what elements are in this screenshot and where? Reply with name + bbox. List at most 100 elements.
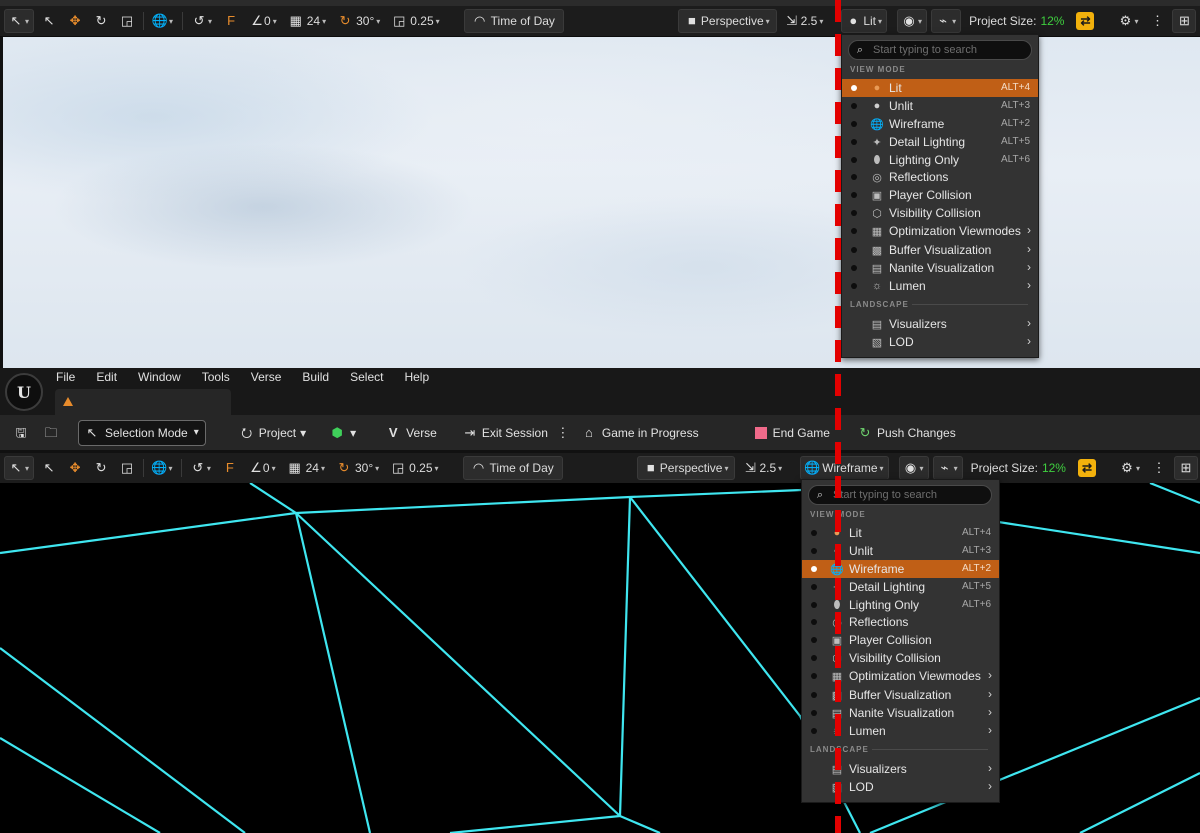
show-flags-dropdown-2[interactable]: ◉ ▾ [898,456,929,480]
rotate-tool[interactable]: ↻ [90,10,112,32]
lightning-button[interactable]: ⇄ [1072,10,1098,32]
view-mode-item-unlit-2[interactable]: ●UnlitALT+3 [802,542,999,560]
more-button-2[interactable]: ⋮ [1148,457,1170,479]
view-mode-item-player-collision[interactable]: ▣ Player Collision [842,186,1038,204]
surface-angle-2[interactable]: ∠ 0 ▾ [245,457,280,479]
landscape-item-lod-2[interactable]: ▧LOD› [802,778,999,796]
scale-snap-2[interactable]: ◲ 0.25 ▾ [387,457,442,479]
time-of-day-button[interactable]: ◠ Time of Day [463,9,564,33]
world-local-toggle-2[interactable]: 🌐 ▾ [148,457,176,479]
realtime-dropdown-2[interactable]: ⌁ ▾ [932,456,963,480]
grid-snap-2[interactable]: ▦ 24 ▾ [284,457,329,479]
end-game-button[interactable]: End Game [754,426,830,440]
grid-snap[interactable]: ▦ 24 ▾ [285,10,330,32]
view-mode-dropdown-2[interactable]: 🌐 Wireframe ▾ [800,456,889,480]
view-mode-item-reflections-2[interactable]: ◎Reflections [802,613,999,631]
rotate-tool-2[interactable]: ↻ [90,457,112,479]
view-mode-item-buffer[interactable]: ▩ Buffer Visualization › [842,241,1038,259]
more-button[interactable]: ⋮ [1146,10,1168,32]
select-tool[interactable]: ↖ [38,10,60,32]
menu-help[interactable]: Help [404,370,429,386]
angle-icon: ∠ [250,460,262,475]
landscape-item-visualizers[interactable]: ▤ Visualizers › [842,315,1038,333]
view-mode-item-visibility-collision[interactable]: ⬡ Visibility Collision [842,204,1038,222]
push-changes-button[interactable]: ↻ Push Changes [858,425,956,440]
rotation-snap-2[interactable]: ↻ 30° ▾ [333,457,383,479]
search-placeholder: Start typing to search [873,44,977,56]
view-mode-item-lit-2[interactable]: ●LitALT+4 [802,524,999,542]
transform-mode-dropdown-2[interactable]: ↖ ▾ [4,456,35,480]
view-mode-item-unlit[interactable]: ● Unlit ALT+3 [842,97,1038,115]
landscape-item-lod[interactable]: ▧ LOD › [842,333,1038,351]
settings-dropdown[interactable]: ⚙ ▾ [1114,10,1142,32]
move-tool-2[interactable]: ✥ [64,457,86,479]
view-mode-item-nanite-2[interactable]: ▤Nanite Visualization› [802,704,999,722]
scale-tool[interactable]: ◲ [116,10,138,32]
menu-verse[interactable]: Verse [251,370,282,386]
add-cube-icon: ⬢ [331,424,343,440]
camera-speed-2[interactable]: ⇲ 2.5 ▾ [739,457,786,479]
surface-snap-2[interactable]: F [219,457,241,479]
menu-file[interactable]: File [56,370,75,386]
selection-mode-dropdown[interactable]: ↖ Selection Mode ▾ [78,419,206,446]
menu-edit[interactable]: Edit [96,370,117,386]
scale-snap-icon: ◲ [391,460,405,475]
landscape-item-visualizers-2[interactable]: ▤Visualizers› [802,760,999,778]
transform-mode-dropdown[interactable]: ↖ ▾ [4,9,35,33]
view-mode-item-visibility-collision-2[interactable]: ⬡Visibility Collision [802,649,999,667]
world-local-toggle[interactable]: 🌐 ▾ [149,10,177,32]
time-of-day-button-2[interactable]: ◠ Time of Day [462,456,563,480]
surface-snap[interactable]: F [220,10,242,32]
view-mode-item-reflections[interactable]: ◎ Reflections [842,168,1038,186]
camera-speed-icon: ⇲ [786,13,798,28]
level-tab[interactable] [55,389,231,415]
view-mode-item-lit[interactable]: ● Lit ALT+4 [842,79,1038,97]
view-mode-item-lighting-only[interactable]: ⬮ Lighting Only ALT+6 [842,151,1038,169]
menu-select[interactable]: Select [350,370,383,386]
view-mode-item-player-collision-2[interactable]: ▣Player Collision [802,631,999,649]
view-mode-item-lumen-2[interactable]: ☼Lumen› [802,722,999,740]
menu-tools[interactable]: Tools [202,370,230,386]
camera-speed[interactable]: ⇲ 2.5 ▾ [781,10,828,32]
select-tool-2[interactable]: ↖ [38,457,60,479]
snap-mode-dropdown-2[interactable]: ↺ ▾ [187,457,215,479]
view-mode-item-detail-lighting[interactable]: ✦ Detail Lighting ALT+5 [842,133,1038,151]
session-more-button[interactable]: ⋮ [556,425,570,440]
unlit-sphere-icon: ● [873,100,881,112]
layout-button-2[interactable]: ⊞ [1173,456,1198,480]
scale-tool-2[interactable]: ◲ [116,457,138,479]
show-flags-dropdown[interactable]: ◉ ▾ [897,9,928,33]
realtime-dropdown[interactable]: ⌁ ▾ [931,9,962,33]
save-button[interactable]: 🖫 [14,425,28,440]
view-mode-item-wireframe[interactable]: 🌐 Wireframe ALT+2 [842,115,1038,133]
view-mode-item-optimization[interactable]: ▦ Optimization Viewmodes › [842,222,1038,240]
surface-angle[interactable]: ∠ 0 ▾ [246,10,281,32]
view-mode-item-optimization-2[interactable]: ▦Optimization Viewmodes› [802,667,999,685]
settings-dropdown-2[interactable]: ⚙ ▾ [1116,457,1144,479]
view-mode-search[interactable]: ⌕ Start typing to search [848,40,1032,60]
lightning-button-2[interactable]: ⇄ [1074,457,1100,479]
view-mode-item-detail-lighting-2[interactable]: ✦Detail LightingALT+5 [802,578,999,596]
exit-session-button[interactable]: ⇥ Exit Session [463,425,547,440]
menu-build[interactable]: Build [302,370,329,386]
rotation-snap[interactable]: ↻ 30° ▾ [334,10,384,32]
view-mode-item-lumen[interactable]: ☼ Lumen › [842,277,1038,295]
view-mode-item-buffer-2[interactable]: ▩Buffer Visualization› [802,686,999,704]
scale-snap[interactable]: ◲ 0.25 ▾ [388,10,443,32]
move-tool[interactable]: ✥ [64,10,86,32]
browse-button[interactable]: 🗀 [44,425,58,440]
verse-button[interactable]: V Verse [386,425,437,440]
view-mode-item-nanite[interactable]: ▤ Nanite Visualization › [842,259,1038,277]
rotation-snap-icon: ↻ [339,13,351,28]
snap-mode-dropdown[interactable]: ↺ ▾ [188,10,216,32]
wireframe-viewport[interactable] [0,483,1200,833]
project-dropdown[interactable]: ⭮ Project ▾ [240,425,306,440]
view-mode-item-wireframe-2[interactable]: 🌐WireframeALT+2 [802,560,999,578]
view-mode-item-lighting-only-2[interactable]: ⬮Lighting OnlyALT+6 [802,596,999,614]
add-content-dropdown[interactable]: ⬢ ▾ [330,424,356,440]
menu-window[interactable]: Window [138,370,181,386]
layout-button[interactable]: ⊞ [1172,9,1197,33]
view-mode-dropdown[interactable]: ● Lit ▾ [841,9,888,33]
perspective-dropdown[interactable]: ■ Perspective ▾ [677,9,777,33]
perspective-dropdown-2[interactable]: ■ Perspective ▾ [636,456,736,480]
